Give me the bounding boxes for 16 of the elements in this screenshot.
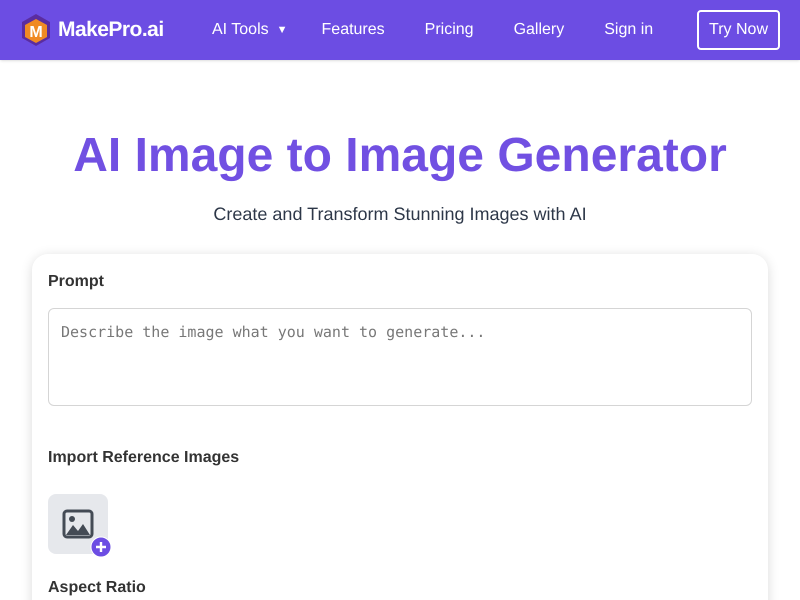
nav-link[interactable]: Sign in — [604, 18, 654, 42]
prompt-input-field[interactable]: Describe the image what you want to generate... — [48, 308, 752, 406]
page-title: AI Image to Image Generator — [73, 128, 727, 184]
plus-icon — [90, 536, 112, 558]
nav-link[interactable]: Pricing — [424, 18, 474, 42]
reference-images-label: Import Reference Images — [48, 448, 240, 468]
nav-link[interactable]: Gallery — [514, 18, 564, 42]
nav-link[interactable]: AI Tools ▼ — [212, 18, 288, 42]
image-icon — [62, 508, 94, 540]
try-now-button[interactable]: Try Now — [697, 10, 780, 50]
logo-text[interactable]: MakePro.ai — [58, 14, 164, 46]
page-subtitle: Create and Transform Stunning Images with AI — [213, 203, 587, 226]
logo-icon: M — [20, 13, 52, 47]
nav-link[interactable]: Features — [322, 18, 385, 42]
prompt-label: Prompt — [48, 272, 105, 292]
aspect-ratio-label: Aspect Ratio — [48, 578, 147, 598]
